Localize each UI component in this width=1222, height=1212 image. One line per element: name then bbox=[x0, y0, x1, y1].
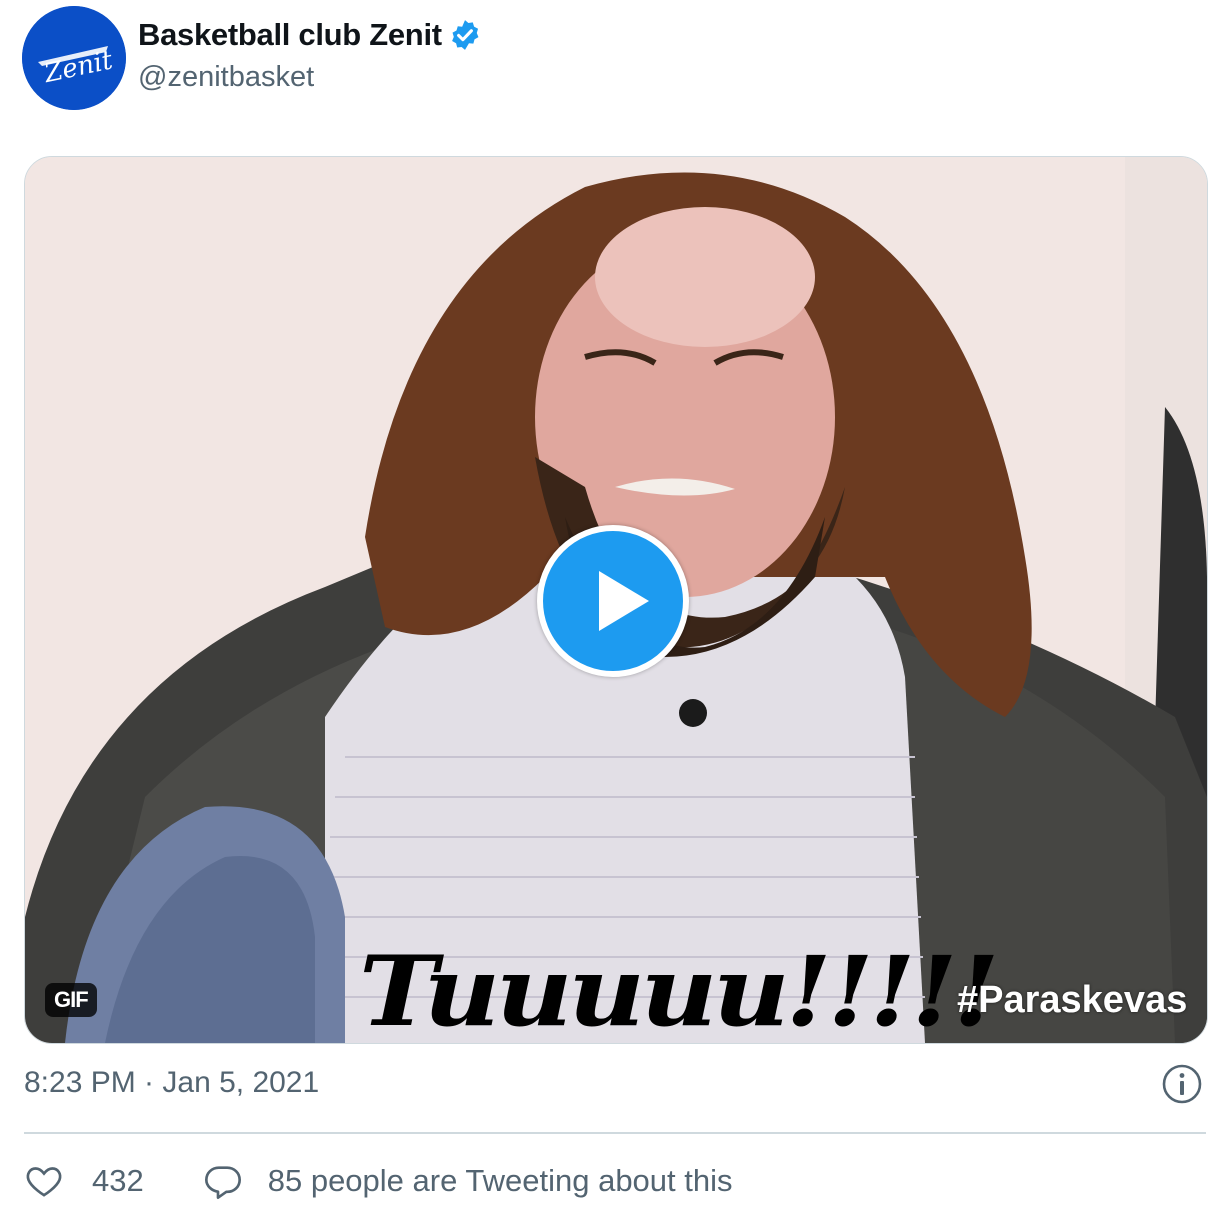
reply-bubble-icon[interactable] bbox=[202, 1161, 244, 1201]
divider bbox=[24, 1132, 1206, 1134]
gif-badge: GIF bbox=[45, 983, 97, 1017]
gif-caption: Tuuuuu!!!!! bbox=[359, 935, 1000, 1044]
play-icon bbox=[599, 571, 649, 631]
display-name[interactable]: Basketball club Zenit bbox=[138, 17, 442, 53]
heart-icon[interactable] bbox=[24, 1161, 64, 1201]
tweet-timestamp[interactable]: 8:23 PM · Jan 5, 2021 bbox=[24, 1066, 319, 1100]
account-handle[interactable]: @zenitbasket bbox=[138, 61, 482, 94]
play-button[interactable] bbox=[537, 525, 689, 677]
avatar[interactable]: Zenit bbox=[22, 6, 126, 110]
account-names: Basketball club Zenit @zenitbasket bbox=[138, 17, 482, 94]
engagement-bar: 432 85 people are Tweeting about this bbox=[24, 1156, 733, 1206]
info-icon[interactable] bbox=[1160, 1062, 1204, 1106]
verified-badge-icon bbox=[451, 19, 479, 50]
zenit-logo-icon: Zenit bbox=[22, 6, 126, 110]
media-gif[interactable]: GIF Tuuuuu!!!!! #Paraskevas bbox=[24, 156, 1208, 1044]
name-row: Basketball club Zenit bbox=[138, 17, 482, 53]
like-count[interactable]: 432 bbox=[92, 1163, 144, 1199]
gif-watermark: #Paraskevas bbox=[957, 979, 1188, 1021]
tweet-header: Zenit Basketball club Zenit @zenitbasket bbox=[22, 6, 482, 110]
replies-link[interactable]: 85 people are Tweeting about this bbox=[268, 1163, 733, 1199]
